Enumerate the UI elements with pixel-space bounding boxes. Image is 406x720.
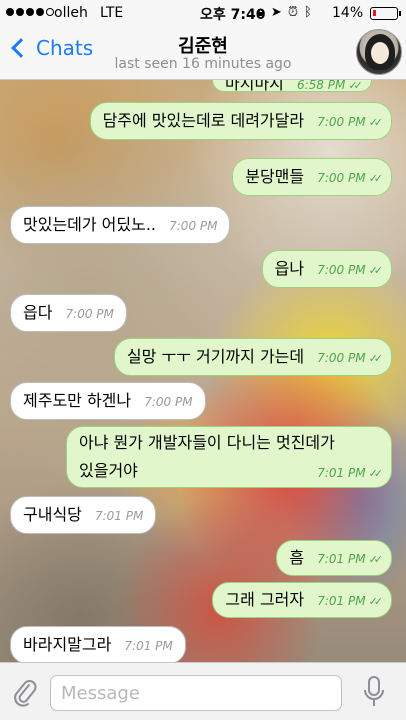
microphone-icon[interactable] — [362, 675, 386, 709]
message-bubble[interactable]: 아냐 뭔가 개발자들이 다니는 멋진데가 있을거야 7:01 PM ✓✓ — [66, 426, 392, 488]
alarm-icon: ⏰︎ — [287, 5, 298, 20]
status-bar: olleh LTE 오후 7:40 🔒︎ ➤ ⏰︎ ᛒ 14% — [0, 0, 406, 26]
paperclip-icon[interactable] — [12, 677, 38, 707]
message-bubble[interactable]: 흠 7:01 PM ✓✓ — [276, 540, 392, 576]
message-bubble[interactable]: 분당맨들 7:00 PM ✓✓ — [232, 158, 392, 196]
location-icon: ➤ — [270, 5, 282, 20]
carrier-label: olleh — [54, 5, 88, 21]
message-bubble[interactable]: 실망 ㅜㅜ 거기까지 가는데 7:00 PM ✓✓ — [113, 338, 392, 376]
message-bubble[interactable]: 구내식당 7:01 PM — [10, 496, 157, 534]
message-input-bar — [0, 662, 406, 720]
message-bubble[interactable]: 맛있는데가 어딨노.. 7:00 PM — [10, 206, 231, 244]
battery-icon — [370, 7, 401, 20]
double-check-icon: ✓✓ — [348, 80, 363, 92]
rotation-lock-icon: 🔒︎ — [258, 5, 265, 20]
network-type: LTE — [100, 5, 124, 21]
double-check-icon: ✓✓ — [368, 264, 384, 277]
message-input[interactable] — [50, 675, 342, 711]
bluetooth-icon: ᛒ — [303, 5, 312, 20]
double-check-icon: ✓✓ — [368, 553, 384, 566]
contact-name[interactable]: 김준현 — [0, 32, 406, 58]
last-seen-status: last seen 16 minutes ago — [114, 56, 292, 72]
double-check-icon: ✓✓ — [368, 172, 384, 185]
message-bubble[interactable]: 읍다 7:00 PM — [10, 294, 127, 332]
message-bubble[interactable]: 바라지말그라 7:01 PM — [10, 626, 186, 662]
double-check-icon: ✓✓ — [368, 467, 384, 480]
double-check-icon: ✓✓ — [368, 116, 384, 129]
message-bubble[interactable]: 담주에 맛있는데로 데려가달라 7:00 PM ✓✓ — [89, 102, 392, 140]
message-bubble-partial[interactable]: 마시마지 6:58 PM ✓✓ — [212, 80, 372, 93]
message-bubble[interactable]: 그래 그러자 7:01 PM ✓✓ — [212, 582, 392, 618]
message-bubble[interactable]: 제주도만 하겐나 7:00 PM — [10, 382, 206, 420]
contact-avatar[interactable] — [356, 29, 402, 75]
battery-percent: 14% — [332, 5, 364, 21]
signal-strength-icon — [6, 8, 54, 16]
message-list[interactable]: 마시마지 6:58 PM ✓✓ 담주에 맛있는데로 데려가달라 7:00 PM ✓✓… — [0, 80, 406, 662]
double-check-icon: ✓✓ — [368, 595, 384, 608]
status-clock: 오후 7:40 — [200, 7, 266, 23]
message-bubble[interactable]: 읍나 7:00 PM ✓✓ — [261, 250, 392, 288]
status-icons: 🔒︎ ➤ ⏰︎ ᛒ — [258, 5, 312, 20]
double-check-icon: ✓✓ — [368, 352, 384, 365]
navigation-bar: Chats 김준현 last seen 16 minutes ago — [0, 26, 406, 80]
